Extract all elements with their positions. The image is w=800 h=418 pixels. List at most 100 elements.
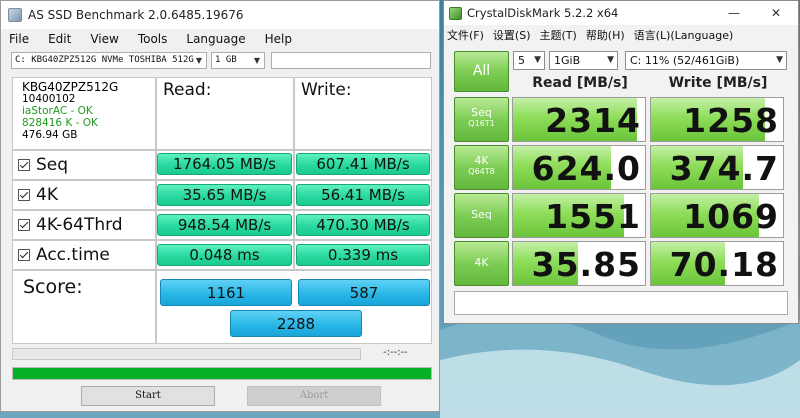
button-label: 4K: [474, 256, 489, 269]
seq-write-value: 607.41 MB/s: [296, 153, 430, 175]
row-label: 4K-64Thrd: [36, 215, 123, 235]
all-button[interactable]: All: [454, 51, 509, 92]
drive-select-cdm[interactable]: C: 11% (52/461GiB) ▼: [625, 51, 787, 70]
test-size-select[interactable]: 1GiB ▼: [549, 51, 618, 70]
row-4k-label[interactable]: 4K: [12, 180, 156, 210]
score-label: Score:: [12, 270, 156, 344]
menu-tools[interactable]: Tools: [138, 32, 168, 46]
4k-button[interactable]: 4K: [454, 241, 509, 286]
seq-write: 1069: [650, 193, 784, 238]
button-label: Seq: [471, 106, 492, 119]
result-value: 1258: [683, 101, 779, 140]
cdm-menu-settings[interactable]: 设置(S): [493, 27, 531, 43]
size-select[interactable]: 1 GB ▼: [211, 52, 265, 69]
menu-file[interactable]: File: [9, 32, 29, 46]
acctime-read-value: 0.048 ms: [157, 244, 292, 266]
cdm-menu-help[interactable]: 帮助(H): [586, 27, 625, 43]
cdm-menu-language[interactable]: 语言(L)(Language): [634, 27, 734, 43]
as-ssd-app-icon: [8, 8, 22, 22]
cdm-app-icon: [449, 6, 462, 20]
seq-button[interactable]: Seq: [454, 193, 509, 238]
test-progress-bar: [12, 348, 361, 360]
row-acctime-label[interactable]: Acc.time: [12, 240, 156, 270]
comment-field[interactable]: [454, 291, 788, 315]
seq-read-value: 1764.05 MB/s: [157, 153, 292, 175]
score-total: 2288: [230, 310, 362, 337]
drive-value-cdm: C: 11% (52/461GiB): [630, 54, 740, 67]
chevron-down-icon: ▼: [776, 55, 783, 65]
acctime-write-value: 0.339 ms: [296, 244, 430, 266]
checkbox-checked-icon[interactable]: [18, 189, 30, 201]
4k-read: 35.85: [512, 241, 646, 286]
drive-info-panel: KBG40ZPZ512G 10400102 iaStorAC - OK 8284…: [12, 77, 156, 150]
row-label: 4K: [36, 185, 58, 205]
drive-select-value: C: KBG40ZPZ512G NVMe TOSHIBA 512G: [15, 55, 194, 65]
as-ssd-titlebar: AS SSD Benchmark 2.0.6485.19676: [1, 1, 439, 29]
driver-status: iaStorAC - OK: [22, 105, 93, 117]
test-name-field[interactable]: [271, 52, 431, 69]
cdm-write-header: Write [MB/s]: [668, 75, 768, 91]
checkbox-checked-icon[interactable]: [18, 159, 30, 171]
menu-edit[interactable]: Edit: [48, 32, 71, 46]
row-label: Seq: [36, 155, 69, 175]
alignment-status: 828416 K - OK: [22, 117, 98, 129]
4k-write-value: 56.41 MB/s: [296, 184, 430, 206]
write-header: Write:: [294, 77, 432, 150]
close-icon[interactable]: ✕: [771, 6, 781, 20]
button-sublabel: Q64T8: [468, 167, 495, 176]
row-seq-label[interactable]: Seq: [12, 150, 156, 180]
test-count-value: 5: [518, 54, 525, 67]
test-count-select[interactable]: 5 ▼: [513, 51, 545, 70]
chevron-down-icon: ▼: [195, 56, 203, 65]
4k64-read-value: 948.54 MB/s: [157, 214, 292, 236]
4k-read-value: 35.65 MB/s: [157, 184, 292, 206]
button-sublabel: Q16T1: [468, 119, 495, 128]
minimize-icon[interactable]: —: [728, 6, 740, 20]
row-4k64-label[interactable]: 4K-64Thrd: [12, 210, 156, 240]
abort-button[interactable]: Abort: [247, 386, 381, 406]
cdm-menubar: 文件(F) 设置(S) 主题(T) 帮助(H) 语言(L)(Language): [444, 25, 798, 44]
read-header: Read:: [156, 77, 294, 150]
drive-model: KBG40ZPZ512G: [22, 80, 119, 94]
checkbox-checked-icon[interactable]: [18, 219, 30, 231]
4k-q64t8-read: 624.0: [512, 145, 646, 190]
overall-progress-bar: [12, 367, 432, 380]
score-write: 587: [298, 279, 430, 306]
result-value: 35.85: [531, 245, 641, 284]
drive-capacity: 476.94 GB: [22, 129, 78, 141]
row-label: Acc.time: [36, 245, 110, 265]
drive-select[interactable]: C: KBG40ZPZ512G NVMe TOSHIBA 512G ▼: [11, 52, 207, 69]
4k-q64t8-button[interactable]: 4K Q64T8: [454, 145, 509, 190]
result-value: 624.0: [531, 149, 641, 188]
crystaldiskmark-window: CrystalDiskMark 5.2.2 x64 — ✕ 文件(F) 设置(S…: [443, 0, 799, 324]
size-select-value: 1 GB: [215, 55, 237, 65]
as-ssd-window: AS SSD Benchmark 2.0.6485.19676 File Edi…: [0, 0, 440, 412]
result-value: 374.7: [669, 149, 779, 188]
test-size-value: 1GiB: [554, 54, 581, 67]
checkbox-checked-icon[interactable]: [18, 249, 30, 261]
cdm-menu-file[interactable]: 文件(F): [447, 27, 484, 43]
button-label: Seq: [471, 208, 492, 221]
seq-q16t1-write: 1258: [650, 97, 784, 142]
result-value: 1551: [545, 197, 641, 236]
4k-q64t8-write: 374.7: [650, 145, 784, 190]
cdm-read-header: Read [MB/s]: [532, 75, 628, 91]
as-ssd-menubar: File Edit View Tools Language Help: [1, 29, 439, 49]
start-button[interactable]: Start: [81, 386, 215, 406]
cdm-title: CrystalDiskMark 5.2.2 x64: [467, 6, 619, 20]
as-ssd-title: AS SSD Benchmark 2.0.6485.19676: [28, 8, 244, 22]
as-ssd-results-grid: KBG40ZPZ512G 10400102 iaStorAC - OK 8284…: [12, 77, 432, 344]
4k64-write-value: 470.30 MB/s: [296, 214, 430, 236]
menu-help[interactable]: Help: [265, 32, 292, 46]
result-value: 70.18: [669, 245, 779, 284]
seq-q16t1-button[interactable]: Seq Q16T1: [454, 97, 509, 142]
chevron-down-icon: ▼: [607, 55, 614, 65]
result-value: 2314: [545, 101, 641, 140]
elapsed-timer: -:--:--: [383, 347, 408, 358]
cdm-menu-theme[interactable]: 主题(T): [540, 27, 577, 43]
drive-firmware: 10400102: [22, 93, 76, 105]
menu-view[interactable]: View: [90, 32, 118, 46]
chevron-down-icon: ▼: [534, 55, 541, 65]
cdm-titlebar: CrystalDiskMark 5.2.2 x64 — ✕: [444, 1, 798, 25]
menu-language[interactable]: Language: [186, 32, 245, 46]
